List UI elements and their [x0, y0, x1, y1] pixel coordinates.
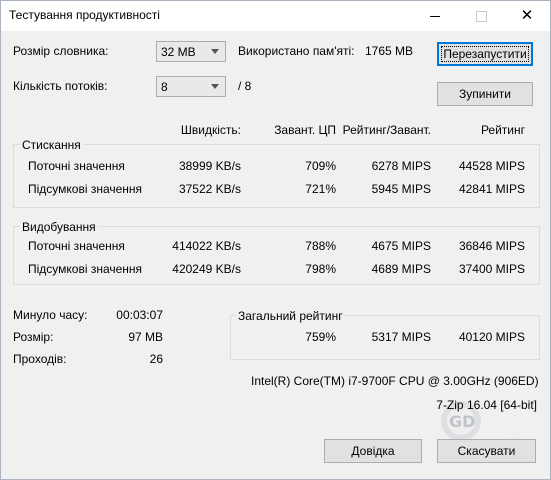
- help-button[interactable]: Довідка: [324, 439, 422, 463]
- decompress-current-speed: 414022 KB/s: [172, 239, 241, 253]
- cancel-button[interactable]: Скасувати: [437, 439, 536, 463]
- compress-total-speed: 37522 KB/s: [178, 182, 241, 196]
- size-label: Розмір:: [13, 330, 54, 344]
- minimize-icon: [430, 16, 440, 17]
- cancel-button-label: Скасувати: [457, 444, 516, 458]
- chevron-down-icon: [211, 49, 219, 54]
- decompression-title: Видобування: [20, 220, 98, 234]
- overall-rating: 40120 MIPS: [458, 330, 525, 344]
- passes-value: 26: [149, 352, 163, 366]
- decompress-total-label: Підсумкові значення: [28, 262, 143, 276]
- maximize-button: [458, 1, 504, 31]
- compress-current-rpl: 6278 MIPS: [371, 159, 431, 173]
- compression-group: [13, 144, 540, 208]
- decompression-group: [13, 226, 540, 285]
- threads-value: 8: [161, 80, 168, 94]
- overall-cpu: 759%: [305, 330, 336, 344]
- compress-total-rating: 42841 MIPS: [458, 182, 525, 196]
- compress-current-speed: 38999 KB/s: [178, 159, 241, 173]
- elapsed-label: Минуло часу:: [13, 308, 88, 322]
- col-cpu-load: Завант. ЦП: [274, 123, 336, 137]
- size-value: 97 MB: [128, 330, 163, 344]
- memory-used-value: 1765 MB: [365, 44, 414, 58]
- dictionary-size-label: Розмір словника:: [13, 44, 109, 58]
- threads-label: Кількість потоків:: [13, 79, 108, 93]
- col-rating: Рейтинг: [480, 123, 525, 137]
- decompress-current-cpu: 788%: [305, 239, 336, 253]
- version-info: 7-Zip 16.04 [64-bit]: [436, 398, 537, 412]
- title-bar: Тестування продуктивності ✕: [1, 1, 550, 31]
- col-speed: Швидкість:: [180, 123, 241, 137]
- decompress-current-label: Поточні значення: [28, 239, 125, 253]
- overall-rpl: 5317 MIPS: [371, 330, 431, 344]
- decompress-total-rating: 37400 MIPS: [458, 262, 525, 276]
- dictionary-size-value: 32 MB: [161, 45, 196, 59]
- decompress-total-speed: 420249 KB/s: [172, 262, 241, 276]
- threads-max: / 8: [238, 79, 252, 93]
- window-title: Тестування продуктивності: [9, 8, 160, 22]
- help-button-label: Довідка: [351, 444, 395, 458]
- compress-current-cpu: 709%: [305, 159, 336, 173]
- col-rating-per-load: Рейтинг/Завант.: [342, 123, 431, 137]
- compress-total-label: Підсумкові значення: [28, 182, 143, 196]
- compress-current-label: Поточні значення: [28, 159, 125, 173]
- stop-button-label: Зупинити: [459, 87, 511, 101]
- cpu-name: Intel(R) Core(TM) i7-9700F CPU @ 3.00GHz…: [251, 374, 539, 388]
- memory-used-label: Використано пам'яті:: [238, 44, 355, 58]
- compress-total-cpu: 721%: [305, 182, 336, 196]
- dictionary-size-select[interactable]: 32 MB: [156, 41, 226, 62]
- maximize-icon: [476, 11, 487, 22]
- close-button[interactable]: ✕: [504, 1, 550, 31]
- benchmark-window: Тестування продуктивності ✕ Розмір словн…: [0, 0, 551, 480]
- svg-text:GD: GD: [449, 412, 475, 431]
- overall-rating-title: Загальний рейтинг: [236, 309, 345, 323]
- decompress-current-rating: 36846 MIPS: [458, 239, 525, 253]
- decompress-total-rpl: 4689 MIPS: [371, 262, 431, 276]
- threads-select[interactable]: 8: [156, 76, 226, 97]
- stop-button[interactable]: Зупинити: [437, 82, 533, 106]
- passes-label: Проходів:: [13, 352, 67, 366]
- compression-title: Стискання: [20, 138, 83, 152]
- close-icon: ✕: [520, 7, 534, 24]
- elapsed-value: 00:03:07: [116, 308, 163, 322]
- compress-total-rpl: 5945 MIPS: [371, 182, 431, 196]
- decompress-total-cpu: 798%: [305, 262, 336, 276]
- chevron-down-icon: [211, 84, 219, 89]
- decompress-current-rpl: 4675 MIPS: [371, 239, 431, 253]
- minimize-button[interactable]: [412, 1, 458, 31]
- compress-current-rating: 44528 MIPS: [458, 159, 525, 173]
- restart-button[interactable]: Перезапустити: [437, 42, 533, 66]
